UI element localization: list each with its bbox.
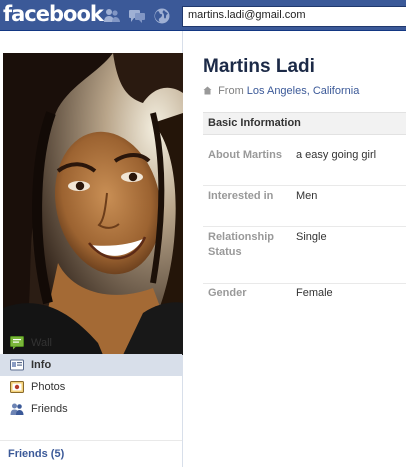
info-label: Gender	[208, 287, 247, 299]
friends-count-link[interactable]: Friends (5)	[8, 448, 64, 460]
basic-information-header: Basic Information	[203, 112, 406, 135]
info-label: About Martins	[208, 149, 282, 161]
sidebar-divider	[0, 440, 182, 441]
hometown-link[interactable]: Los Angeles, California	[247, 85, 360, 97]
info-row-interested-in: Interested in Men	[203, 186, 406, 227]
info-row-gender: Gender Female	[203, 284, 406, 324]
friend-requests-icon[interactable]	[103, 7, 121, 25]
top-navigation-bar: facebook martins.ladi@gmail.com	[0, 0, 406, 31]
info-row-about: About Martins a easy going girl	[203, 145, 406, 186]
info-label: Relationship Status	[208, 231, 275, 258]
friends-icon	[10, 402, 24, 416]
nav-item-label: Friends	[31, 403, 68, 415]
left-sidebar: Wall Info Photos Friends Friends (5)	[0, 31, 183, 467]
nav-item-label: Info	[31, 359, 52, 371]
nav-item-friends[interactable]: Friends	[0, 398, 182, 420]
nav-item-label: Wall	[31, 337, 52, 349]
nav-item-wall[interactable]: Wall	[0, 332, 182, 354]
hometown-line: From Los Angeles, California	[203, 85, 359, 97]
profile-info-panel: Martins Ladi From Los Angeles, Californi…	[184, 31, 406, 467]
info-value: Female	[296, 287, 333, 299]
nav-item-label: Photos	[31, 381, 66, 393]
nav-item-info[interactable]: Info	[0, 354, 182, 376]
wall-icon	[10, 336, 24, 350]
facebook-logo[interactable]: facebook	[3, 2, 104, 26]
info-icon	[10, 358, 24, 372]
info-value: Men	[296, 190, 318, 202]
messages-icon[interactable]	[128, 7, 146, 25]
info-label: Interested in	[208, 190, 274, 202]
nav-item-photos[interactable]: Photos	[0, 376, 182, 398]
search-input[interactable]: martins.ladi@gmail.com	[182, 6, 406, 27]
info-row-relationship: Relationship Status Single	[203, 227, 406, 284]
profile-photo[interactable]	[3, 53, 183, 355]
info-value: Single	[296, 231, 327, 243]
notifications-globe-icon[interactable]	[153, 7, 171, 25]
from-prefix: From	[218, 85, 244, 97]
photos-icon	[10, 380, 24, 394]
info-value: a easy going girl	[296, 149, 377, 161]
profile-nav: Wall Info Photos Friends	[0, 332, 182, 420]
home-icon	[203, 86, 212, 95]
profile-name[interactable]: Martins Ladi	[203, 56, 315, 78]
